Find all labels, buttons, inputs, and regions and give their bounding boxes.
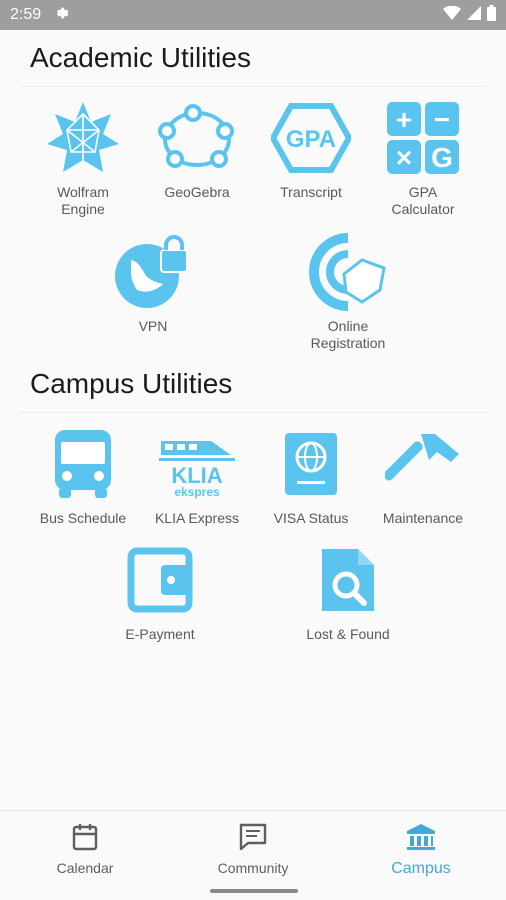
calc-key: G (431, 142, 453, 173)
bus-icon (43, 424, 123, 504)
settings-icon (53, 5, 69, 26)
gpa-hexagon-icon: GPA (271, 98, 351, 178)
status-bar: 2:59 (0, 0, 506, 30)
signal-icon (467, 5, 481, 25)
calc-key: + (396, 104, 412, 135)
tile-label: Lost & Found (306, 626, 390, 642)
chat-icon (188, 823, 318, 856)
wallet-icon (120, 540, 200, 620)
wifi-icon (443, 4, 461, 25)
tile-label: E-Payment (125, 626, 195, 642)
e-payment-tile[interactable]: E-Payment (105, 540, 215, 643)
tab-calendar[interactable]: Calendar (20, 823, 150, 876)
lost-found-tile[interactable]: Lost & Found (293, 540, 403, 643)
gpa-icon-text: GPA (286, 126, 336, 153)
wolfram-icon (43, 98, 123, 178)
klia-logo-subtext: ekspres (174, 485, 220, 499)
tile-label: Wolfram Engine (57, 184, 109, 217)
visa-status-tile[interactable]: VISA Status (256, 424, 366, 527)
tile-label: KLIA Express (154, 510, 240, 526)
home-indicator[interactable] (210, 889, 298, 893)
campus-section-title: Campus Utilities (30, 368, 233, 399)
registration-icon (308, 232, 388, 312)
tab-community[interactable]: Community (188, 823, 318, 876)
wolfram-engine-tile[interactable]: Wolfram Engine (28, 98, 138, 218)
status-time: 2:59 (10, 6, 42, 23)
tile-label: Transcript (280, 184, 342, 200)
calc-key: − (434, 104, 450, 135)
search-document-icon (308, 540, 388, 620)
transcript-tile[interactable]: GPA Transcript (256, 98, 366, 201)
battery-icon (487, 4, 496, 26)
tab-label: Community (217, 860, 289, 876)
tile-label: VISA Status (273, 510, 349, 526)
geogebra-tile[interactable]: GeoGebra (142, 98, 252, 201)
calc-key: × (396, 142, 412, 173)
tile-label: GeoGebra (164, 184, 230, 200)
tile-label: VPN (138, 318, 168, 334)
klia-express-tile[interactable]: KLIA ekspres KLIA Express (142, 424, 252, 527)
maintenance-tile[interactable]: Maintenance (368, 424, 478, 527)
vpn-globe-lock-icon (113, 232, 193, 312)
tile-label: GPA Calculator (391, 184, 455, 217)
tab-campus[interactable]: Campus (356, 823, 486, 878)
bottom-navigation: Calendar Community Campus (0, 810, 506, 900)
tile-label: Online Registration (310, 318, 386, 351)
hammer-icon (383, 424, 463, 504)
academic-section-title: Academic Utilities (30, 42, 251, 73)
calculator-icon: + − × G (383, 98, 463, 178)
vpn-tile[interactable]: VPN (98, 232, 208, 335)
klia-express-icon: KLIA ekspres (157, 424, 237, 504)
geogebra-icon (157, 98, 237, 178)
bus-schedule-tile[interactable]: Bus Schedule (28, 424, 138, 527)
tile-label: Bus Schedule (39, 510, 127, 526)
calendar-icon (20, 823, 150, 856)
bank-icon (356, 823, 486, 856)
divider (20, 412, 486, 413)
online-registration-tile[interactable]: Online Registration (293, 232, 403, 352)
passport-icon (271, 424, 351, 504)
tab-label: Calendar (56, 860, 114, 876)
tab-label: Campus (391, 860, 451, 877)
tile-label: Maintenance (382, 510, 464, 526)
divider (20, 86, 486, 87)
gpa-calculator-tile[interactable]: + − × G GPA Calculator (368, 98, 478, 218)
